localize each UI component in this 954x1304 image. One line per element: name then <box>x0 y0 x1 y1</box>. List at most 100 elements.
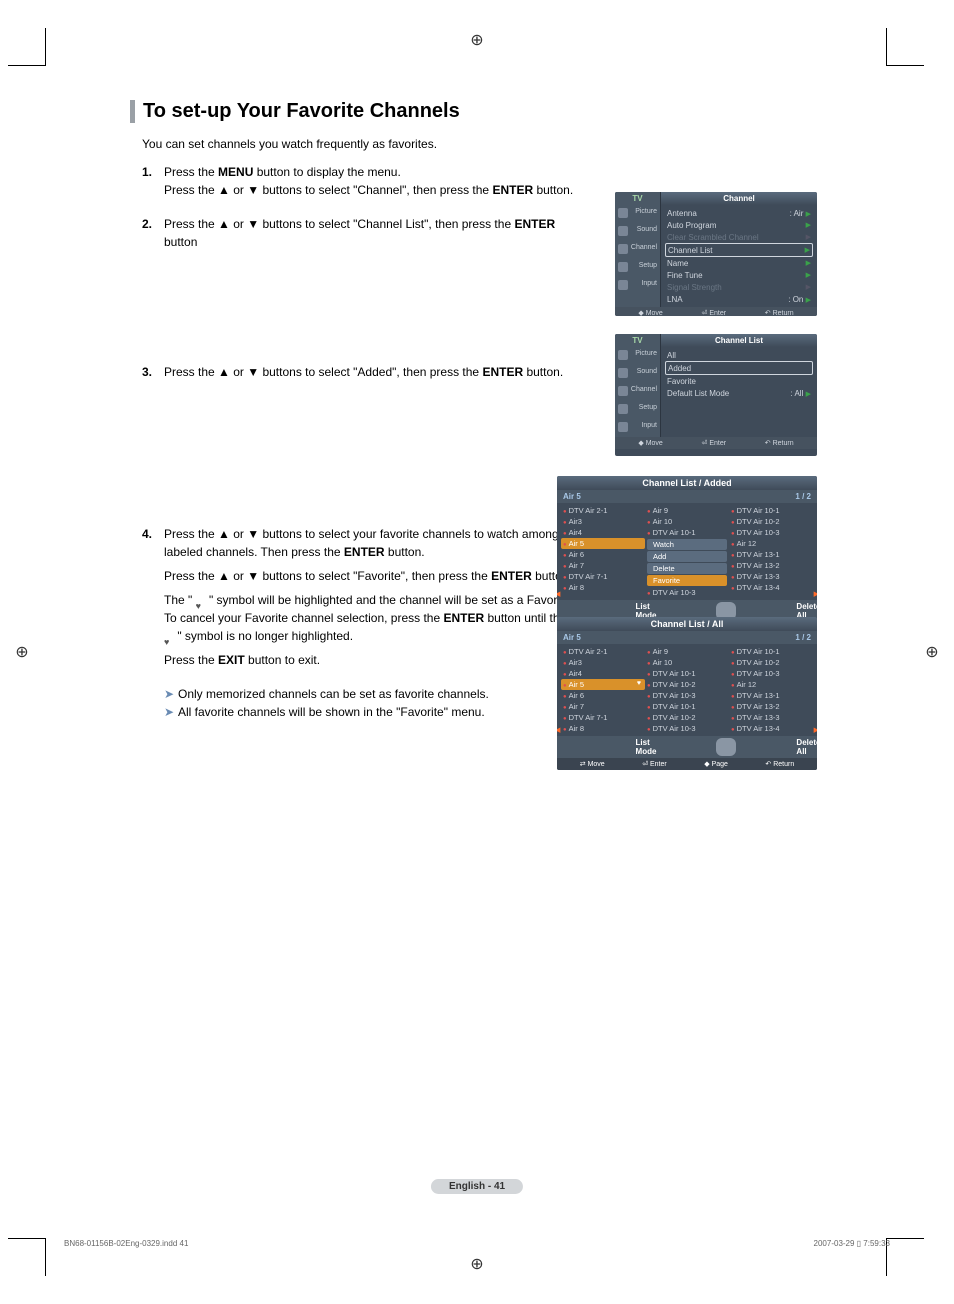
step-number: 4. <box>142 525 164 675</box>
channel-name: DTV Air 13-1 <box>737 550 780 559</box>
channel-name: Air3 <box>569 517 582 526</box>
context-menu-item: Favorite <box>653 576 680 585</box>
osd-channel-menu: TV Channel Picture Sound Channel Setup I… <box>615 192 817 316</box>
text: Press the <box>164 653 218 667</box>
menu-label: Favorite <box>667 377 696 386</box>
registration-mark-icon: ⊕ <box>467 30 487 50</box>
clist-footer: ⇄ Move ⏎ Enter ◆ Page ↶ Return <box>557 758 817 770</box>
channel-name: DTV Air 10-3 <box>653 724 696 733</box>
sidebar-item-label: Input <box>641 280 657 287</box>
channel-name: Air 9 <box>653 647 668 656</box>
clist-page-indicator: 1 / 2 <box>795 633 811 642</box>
menu-label: Name <box>667 259 688 268</box>
step-2: 2. Press the ▲ or ▼ buttons to select "C… <box>142 215 582 257</box>
text: Press the ▲ or ▼ buttons to select "Chan… <box>164 217 514 231</box>
channel-name: Air 7 <box>569 561 584 570</box>
menu-value: : Air <box>790 209 804 218</box>
osd-tv-label: TV <box>615 334 661 347</box>
channel-name: DTV Air 7-1 <box>569 713 608 722</box>
section-title-block: To set-up Your Favorite Channels <box>130 100 830 123</box>
channel-name: DTV Air 10-1 <box>737 647 780 656</box>
osd-footer: ◆ Move ⏎ Enter ↶ Return <box>615 307 817 316</box>
step-number: 3. <box>142 363 164 387</box>
channel-name: Air 12 <box>737 680 757 689</box>
step-4: 4. Press the ▲ or ▼ buttons to select yo… <box>142 525 582 675</box>
chevron-right-icon: ▶ <box>806 221 811 229</box>
channel-name: DTV Air 7-1 <box>569 572 608 581</box>
footer-label: Return <box>773 310 794 316</box>
step-number: 2. <box>142 215 164 257</box>
step-3: 3. Press the ▲ or ▼ buttons to select "A… <box>142 363 582 387</box>
registration-mark-icon: ⊕ <box>467 1254 487 1274</box>
clist-grid: ◀ ▶ ●DTV Air 2-1 ●Air3 ●Air4 ●Air 5 ●Air… <box>557 644 817 736</box>
sidebar-item-label: Channel <box>631 386 657 393</box>
sidebar-item-label: Input <box>641 422 657 429</box>
sidebar-item-label: Sound <box>637 368 657 375</box>
scroll-right-icon: ▶ <box>814 726 817 734</box>
channel-name: Air 9 <box>653 506 668 515</box>
channel-name: Air 6 <box>569 550 584 559</box>
menu-label: Clear Scrambled Channel <box>667 233 759 242</box>
channel-name: DTV Air 13-3 <box>737 713 780 722</box>
text: button to exit. <box>245 653 320 667</box>
channel-name: Air4 <box>569 669 582 678</box>
note-2: ➤ All favorite channels will be shown in… <box>164 703 564 721</box>
channel-name: Air 8 <box>569 583 584 592</box>
text-bold: MENU <box>218 165 253 179</box>
sidebar-item-label: Channel <box>631 244 657 251</box>
osd-menu-list: All Added Favorite Default List Mode: Al… <box>661 347 817 437</box>
note-text: All favorite channels will be shown in t… <box>178 703 485 721</box>
channel-name: Air 6 <box>569 691 584 700</box>
footer-label: Move <box>588 761 605 768</box>
note-1: ➤ Only memorized channels can be set as … <box>164 685 564 703</box>
text-bold: ENTER <box>491 569 532 583</box>
channel-name: DTV Air 13-2 <box>737 702 780 711</box>
channel-name: Air 5 <box>569 539 584 548</box>
channel-name: DTV Air 10-3 <box>653 691 696 700</box>
clist-bar-label: List Mode <box>636 738 657 756</box>
osd-footer: ◆ Move ⏎ Enter ↶ Return <box>615 437 817 449</box>
page-number: English - 41 <box>431 1179 523 1194</box>
text: button to display the menu. <box>253 165 400 179</box>
text: Press the ▲ or ▼ buttons to select "Favo… <box>164 569 491 583</box>
osd-menu-list: Antenna: Air ▶ Auto Program▶ Clear Scram… <box>661 205 817 307</box>
osd-tv-label: TV <box>615 192 661 205</box>
osd-channel-list-menu: TV Channel List Picture Sound Channel Se… <box>615 334 817 456</box>
scroll-left-icon: ◀ <box>557 590 560 598</box>
channel-name: Air 12 <box>737 539 757 548</box>
menu-label: Default List Mode <box>667 389 729 398</box>
channel-name: Air 7 <box>569 702 584 711</box>
channel-name: DTV Air 13-1 <box>737 691 780 700</box>
chevron-right-icon: ▶ <box>806 259 811 267</box>
channel-name: DTV Air 10-2 <box>737 658 780 667</box>
chevron-right-icon: ▶ <box>806 233 811 241</box>
channel-name: Air4 <box>569 528 582 537</box>
osd-sidebar: Picture Sound Channel Setup Input <box>615 205 661 307</box>
chevron-right-icon: ▶ <box>805 246 810 254</box>
section-title: To set-up Your Favorite Channels <box>143 100 830 123</box>
text: button. <box>533 183 573 197</box>
registration-mark-icon: ⊕ <box>922 642 942 662</box>
channel-name: Air3 <box>569 658 582 667</box>
clist-grid: ◀ ▶ ●DTV Air 2-1 ●Air3 ●Air4 ●Air 5 ●Air… <box>557 503 817 600</box>
clist-title: Channel List / Added <box>557 476 817 490</box>
note-text: Only memorized channels can be set as fa… <box>178 685 489 703</box>
clist-title: Channel List / All <box>557 617 817 631</box>
text: Press the <box>164 165 218 179</box>
text: Press the ▲ or ▼ buttons to select "Chan… <box>164 183 492 197</box>
text: The " <box>164 593 196 607</box>
channel-name: DTV Air 10-1 <box>653 669 696 678</box>
chevron-right-icon: ▶ <box>806 211 811 218</box>
footer-label: Move <box>646 310 663 316</box>
menu-value: : On <box>788 295 803 304</box>
intro-text: You can set channels you watch frequentl… <box>142 137 830 151</box>
text-bold: ENTER <box>482 365 523 379</box>
text: " symbol is no longer highlighted. <box>174 629 353 643</box>
menu-label: LNA <box>667 295 683 304</box>
channel-name: DTV Air 13-4 <box>737 724 780 733</box>
channel-name: DTV Air 10-1 <box>653 702 696 711</box>
menu-value: : All <box>790 389 803 398</box>
chevron-right-icon: ▶ <box>806 297 811 304</box>
channel-name: DTV Air 10-3 <box>653 588 696 597</box>
clist-current-channel: Air 5 <box>563 492 581 501</box>
